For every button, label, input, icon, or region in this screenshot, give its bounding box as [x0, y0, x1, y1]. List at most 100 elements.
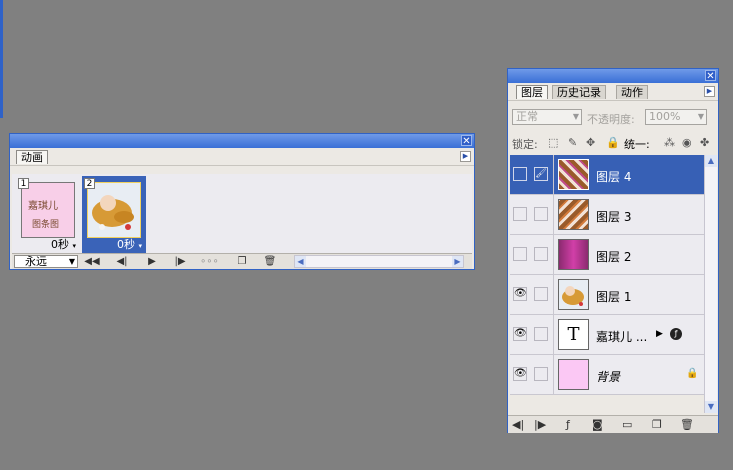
layers-panel-menu-button[interactable]: ▶: [704, 86, 715, 97]
layer-name: 图层 2: [596, 250, 632, 264]
blend-mode-value: 正常: [516, 110, 538, 123]
link-toggle[interactable]: [534, 367, 548, 381]
layers-panel: ✕ 图层 历史记录 动作 ▶ 正常 ▼ 不透明度: 100% ▼ 锁定: ⬚ ✎…: [507, 68, 719, 433]
opacity-label: 不透明度:: [587, 113, 635, 126]
unify-position-icon[interactable]: ⁂: [664, 136, 675, 149]
chevron-down-icon: ▼: [68, 257, 75, 266]
first-frame-icon[interactable]: ◀◀: [84, 255, 100, 268]
animation-toolbar: 永远 ▼ ◀◀ ◀| ▶ |▶ ∘∘∘ ❐ 🗑 ◀ ▶: [12, 253, 472, 269]
layer-name: 图层 3: [596, 210, 632, 224]
window-edge: [0, 0, 3, 118]
animation-tab-row: 动画 ▶: [10, 148, 474, 166]
tab-layers[interactable]: 图层: [516, 85, 548, 99]
add-mask-icon[interactable]: ◙: [592, 418, 603, 431]
eye-icon[interactable]: 👁: [513, 367, 527, 381]
duplicate-frame-icon[interactable]: ❐: [234, 255, 250, 268]
lock-icon: 🔒: [686, 368, 699, 379]
previous-frame-icon[interactable]: ◀|: [512, 418, 524, 431]
lock-label: 锁定:: [512, 138, 538, 151]
brush-icon[interactable]: 🖌: [534, 167, 548, 181]
frame-1-thumb-text-1: 嘉琪儿: [28, 201, 58, 212]
eye-icon[interactable]: 👁: [513, 287, 527, 301]
animation-panel-menu-button[interactable]: ▶: [460, 151, 471, 162]
frame-1[interactable]: 嘉琪儿 图条图 1 0秒 ▾: [16, 176, 80, 253]
column-divider: [553, 355, 554, 395]
lock-transparent-icon[interactable]: ⬚: [548, 136, 558, 149]
layer-name: 背景: [596, 370, 621, 384]
layers-close-button[interactable]: ✕: [705, 70, 716, 82]
layer-list: 🖌 图层 4 图层 3 图层 2 👁 图层 1 👁 T 嘉琪儿 ... ▶ ƒ …: [510, 155, 704, 395]
unify-style-icon[interactable]: ✤: [700, 136, 709, 149]
layer-row-3[interactable]: 图层 3: [510, 195, 704, 235]
unify-visibility-icon[interactable]: ◉: [682, 136, 692, 149]
new-group-icon[interactable]: ▭: [622, 418, 632, 431]
frame-1-thumbnail: 嘉琪儿 图条图: [21, 182, 75, 238]
animation-titlebar[interactable]: ✕: [10, 134, 474, 148]
column-divider: [553, 235, 554, 275]
layer-3-thumbnail: [558, 199, 589, 230]
tab-animation[interactable]: 动画: [16, 150, 48, 164]
frame-1-delay-value: 0秒: [50, 238, 69, 251]
frame-2-delay-value: 0秒: [116, 238, 135, 251]
play-icon[interactable]: ▶: [144, 255, 160, 268]
scroll-left-icon[interactable]: ◀: [295, 256, 306, 267]
layer-style-icon[interactable]: ƒ: [566, 418, 570, 431]
lock-position-icon[interactable]: ✥: [586, 136, 595, 149]
tween-icon[interactable]: ∘∘∘: [200, 255, 219, 268]
frame-2-delay[interactable]: 0秒 ▾: [117, 236, 142, 252]
layer-row-background[interactable]: 👁 背景 🔒: [510, 355, 704, 395]
chevron-down-icon: ▼: [572, 112, 579, 121]
layer-2-thumbnail: [558, 239, 589, 270]
link-toggle[interactable]: [534, 207, 548, 221]
scroll-right-icon[interactable]: ▶: [452, 256, 463, 267]
layer-row-1[interactable]: 👁 图层 1: [510, 275, 704, 315]
loop-select-value: 永远: [25, 255, 47, 268]
expand-effects-icon[interactable]: ▶: [656, 329, 663, 339]
layer-name: 嘉琪儿 ...: [596, 330, 648, 344]
frame-2[interactable]: 2 0秒 ▾: [82, 176, 146, 253]
frame-1-delay[interactable]: 0秒 ▾: [51, 236, 76, 252]
chevron-down-icon: ▼: [697, 112, 704, 121]
trash-icon[interactable]: 🗑: [680, 418, 694, 431]
visibility-toggle[interactable]: [513, 167, 527, 181]
link-toggle[interactable]: [534, 247, 548, 261]
trash-icon[interactable]: 🗑: [262, 255, 278, 268]
new-layer-icon[interactable]: ❐: [652, 418, 662, 431]
lock-row: 锁定: ⬚ ✎ ✥ 🔒 统一: ⁂ ◉ ✤: [508, 131, 718, 153]
eye-icon[interactable]: 👁: [513, 327, 527, 341]
animation-panel: ✕ 动画 ▶ 嘉琪儿 图条图 1 0秒 ▾ 2 0秒 ▾ 永远 ▼ ◀◀ ◀| …: [9, 133, 475, 270]
column-divider: [553, 275, 554, 315]
blend-mode-select[interactable]: 正常 ▼: [512, 109, 582, 125]
next-frame-icon[interactable]: |▶: [534, 418, 546, 431]
lock-image-icon[interactable]: ✎: [568, 136, 577, 149]
animation-close-button[interactable]: ✕: [461, 135, 472, 147]
next-frame-icon[interactable]: |▶: [172, 255, 188, 268]
tab-actions[interactable]: 动作: [616, 85, 648, 99]
layer-row-4[interactable]: 🖌 图层 4: [510, 155, 704, 195]
visibility-toggle[interactable]: [513, 207, 527, 221]
visibility-toggle[interactable]: [513, 247, 527, 261]
frame-1-thumb-text-2: 图条图: [32, 220, 60, 230]
column-divider: [553, 315, 554, 355]
layers-toolbar: ◀| |▶ ƒ ◙ ▭ ❐ 🗑: [508, 415, 718, 433]
layers-titlebar[interactable]: ✕: [508, 69, 718, 83]
layer-row-text[interactable]: 👁 T 嘉琪儿 ... ▶ ƒ: [510, 315, 704, 355]
frame-2-number: 2: [84, 178, 95, 189]
scroll-down-icon[interactable]: ▼: [705, 401, 717, 413]
chevron-down-icon: ▾: [72, 242, 76, 250]
previous-frame-icon[interactable]: ◀|: [114, 255, 130, 268]
frames-horizontal-scrollbar[interactable]: ◀ ▶: [294, 255, 464, 268]
layer-row-2[interactable]: 图层 2: [510, 235, 704, 275]
opacity-input[interactable]: 100% ▼: [645, 109, 707, 125]
layer-1-thumbnail: [558, 279, 589, 310]
scroll-up-icon[interactable]: ▲: [705, 155, 717, 167]
link-toggle[interactable]: [534, 327, 548, 341]
baby-photo-image: [88, 183, 140, 237]
blend-opacity-row: 正常 ▼ 不透明度: 100% ▼: [508, 106, 718, 128]
tab-history[interactable]: 历史记录: [552, 85, 606, 99]
layer-name: 图层 1: [596, 290, 632, 304]
link-toggle[interactable]: [534, 287, 548, 301]
loop-select[interactable]: 永远 ▼: [14, 255, 78, 268]
lock-all-icon[interactable]: 🔒: [606, 136, 620, 149]
layers-vertical-scrollbar[interactable]: ▲ ▼: [704, 155, 717, 413]
